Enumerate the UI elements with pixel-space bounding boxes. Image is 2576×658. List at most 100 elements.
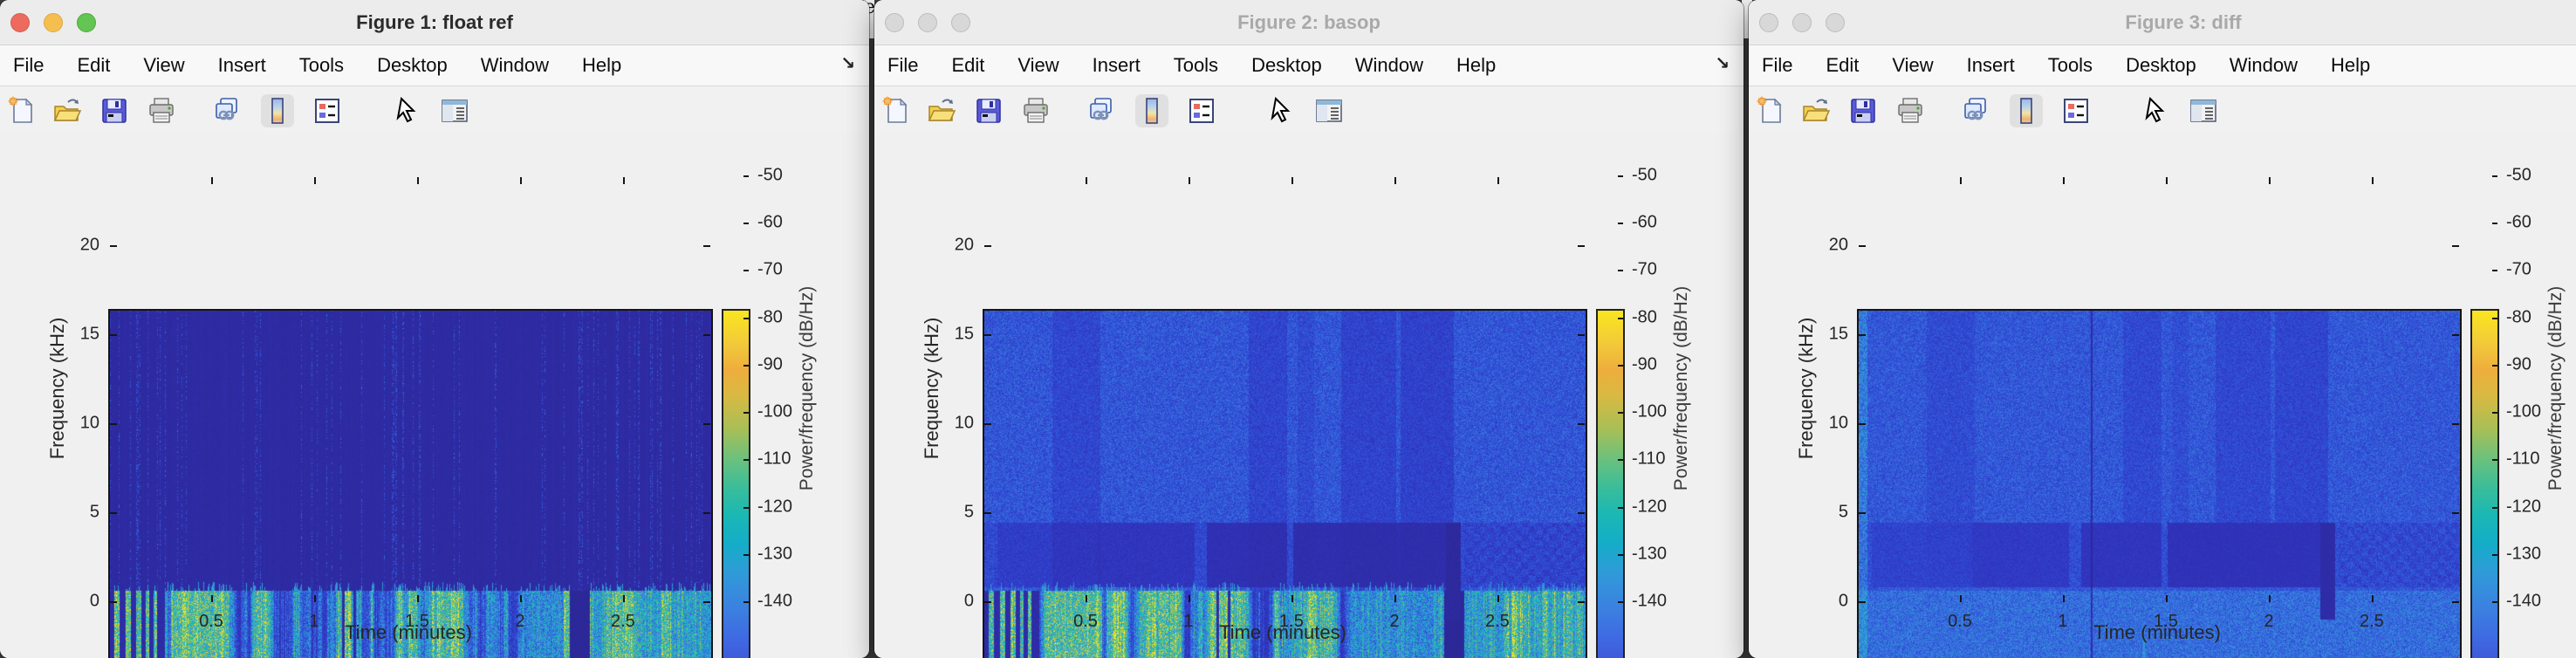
y-tick-mark-right (1578, 512, 1585, 514)
menu-item-tools[interactable]: Tools (299, 54, 344, 77)
insert-colorbar-icon[interactable] (261, 94, 294, 127)
menu-item-file[interactable]: File (887, 54, 918, 77)
colorbar-tick-label: -140 (2506, 592, 2541, 612)
x-tick-mark-top (1291, 177, 1293, 184)
edit-plot-icon[interactable] (2140, 94, 2173, 127)
menu-item-view[interactable]: View (1017, 54, 1058, 77)
colorbar-tick-mark (1618, 365, 1623, 367)
save-figure-icon[interactable] (98, 94, 131, 127)
colorbar-tick-label: -90 (757, 354, 783, 374)
new-figure-icon[interactable] (5, 94, 38, 127)
menu-item-insert[interactable]: Insert (218, 54, 266, 77)
x-tick-label: 2 (515, 612, 524, 632)
figure-window-2[interactable]: Figure 2: basop File Edit View Insert Tools D… (874, 0, 1744, 658)
menu-item-desktop[interactable]: Desktop (2126, 54, 2196, 77)
edit-plot-icon[interactable] (1265, 94, 1298, 127)
colorbar-tick-label: -120 (757, 497, 792, 517)
y-tick-mark-right (2452, 512, 2459, 514)
colorbar-tick-label: -100 (2506, 402, 2541, 422)
x-tick-mark-top (520, 177, 522, 184)
titlebar[interactable]: Figure 1: float ref (0, 0, 869, 45)
property-editor-icon[interactable] (438, 94, 471, 127)
link-plot-icon[interactable] (1960, 94, 1993, 127)
menu-item-tools[interactable]: Tools (2048, 54, 2093, 77)
colorbar-tick-label: -50 (1632, 166, 1657, 186)
x-tick-mark (1086, 595, 1087, 602)
insert-legend-icon[interactable] (311, 94, 344, 127)
new-figure-icon[interactable] (1754, 94, 1787, 127)
x-tick-mark (2269, 595, 2271, 602)
x-tick-mark (623, 595, 625, 602)
colorbar-tick-mark (1618, 507, 1623, 509)
insert-legend-icon[interactable] (1185, 94, 1218, 127)
menu-item-help[interactable]: Help (582, 54, 621, 77)
titlebar[interactable]: Figure 2: basop (874, 0, 1744, 45)
menu-item-window[interactable]: Window (1355, 54, 1423, 77)
menu-item-file[interactable]: File (13, 54, 44, 77)
colorbar-tick-mark (1618, 554, 1623, 556)
y-tick-label: 0 (52, 592, 99, 612)
menu-item-edit[interactable]: Edit (951, 54, 984, 77)
edit-plot-icon[interactable] (391, 94, 424, 127)
colorbar-tick-mark (743, 365, 749, 367)
dock-figure-arrow-icon[interactable]: ↘ (1715, 52, 1730, 74)
menu-item-edit[interactable]: Edit (1826, 54, 1859, 77)
colorbar-tick-label: -110 (2506, 449, 2540, 470)
menu-item-window[interactable]: Window (481, 54, 549, 77)
titlebar[interactable]: Figure 3: diff (1749, 0, 2576, 45)
x-tick-mark-top (2063, 177, 2065, 184)
print-figure-icon[interactable] (1894, 94, 1927, 127)
x-tick-label: 0.5 (199, 612, 223, 632)
property-editor-icon[interactable] (2187, 94, 2220, 127)
y-tick-label: 15 (1801, 324, 1848, 344)
colorbar-tick-mark (2492, 175, 2497, 177)
colorbar-label: Power/frequency (dB/Hz) (2545, 286, 2566, 491)
new-figure-icon[interactable] (880, 94, 913, 127)
figure-window-1[interactable]: Figure 1: float ref File Edit View Insert To… (0, 0, 869, 658)
colorbar-tick-mark (743, 554, 749, 556)
colorbar-tick-mark (2492, 318, 2497, 319)
y-tick-mark (110, 245, 117, 247)
insert-colorbar-icon[interactable] (2010, 94, 2043, 127)
y-tick-mark-right (703, 512, 710, 514)
property-editor-icon[interactable] (1312, 94, 1346, 127)
dock-figure-arrow-icon[interactable]: ↘ (840, 52, 855, 74)
open-file-icon[interactable] (1799, 94, 1833, 127)
menu-item-edit[interactable]: Edit (77, 54, 110, 77)
menu-item-tools[interactable]: Tools (1174, 54, 1218, 77)
menu-item-desktop[interactable]: Desktop (377, 54, 448, 77)
open-file-icon[interactable] (51, 94, 84, 127)
menu-item-file[interactable]: File (1762, 54, 1792, 77)
save-figure-icon[interactable] (1846, 94, 1880, 127)
save-figure-icon[interactable] (972, 94, 1005, 127)
colorbar (1596, 309, 1625, 658)
print-figure-icon[interactable] (1019, 94, 1052, 127)
link-plot-icon[interactable] (211, 94, 244, 127)
y-tick-mark-right (703, 601, 710, 603)
menu-item-help[interactable]: Help (1456, 54, 1496, 77)
menu-item-view[interactable]: View (1892, 54, 1933, 77)
figure-window-3[interactable]: Figure 3: diff File Edit View Insert Tools De… (1749, 0, 2576, 658)
x-tick-label: 2 (2264, 612, 2273, 632)
colorbar-tick-label: -70 (2506, 260, 2531, 280)
open-file-icon[interactable] (925, 94, 958, 127)
x-tick-mark-top (417, 177, 419, 184)
link-plot-icon[interactable] (1086, 94, 1119, 127)
insert-legend-icon[interactable] (2059, 94, 2093, 127)
menu-item-insert[interactable]: Insert (1093, 54, 1141, 77)
menubar: File Edit View Insert Tools Desktop Window Help… (1749, 45, 2576, 86)
y-tick-label: 0 (1801, 592, 1848, 612)
print-figure-icon[interactable] (145, 94, 178, 127)
colorbar-tick-mark (2492, 601, 2497, 603)
insert-colorbar-icon[interactable] (1135, 94, 1168, 127)
spectrogram-plot (983, 309, 1587, 658)
y-tick-mark-right (703, 423, 710, 425)
y-tick-mark-right (2452, 423, 2459, 425)
x-tick-mark-top (1086, 177, 1087, 184)
menu-item-window[interactable]: Window (2230, 54, 2298, 77)
menu-item-help[interactable]: Help (2331, 54, 2370, 77)
menu-item-view[interactable]: View (143, 54, 184, 77)
colorbar-tick-mark (1618, 318, 1623, 319)
menu-item-desktop[interactable]: Desktop (1251, 54, 1322, 77)
menu-item-insert[interactable]: Insert (1967, 54, 2015, 77)
